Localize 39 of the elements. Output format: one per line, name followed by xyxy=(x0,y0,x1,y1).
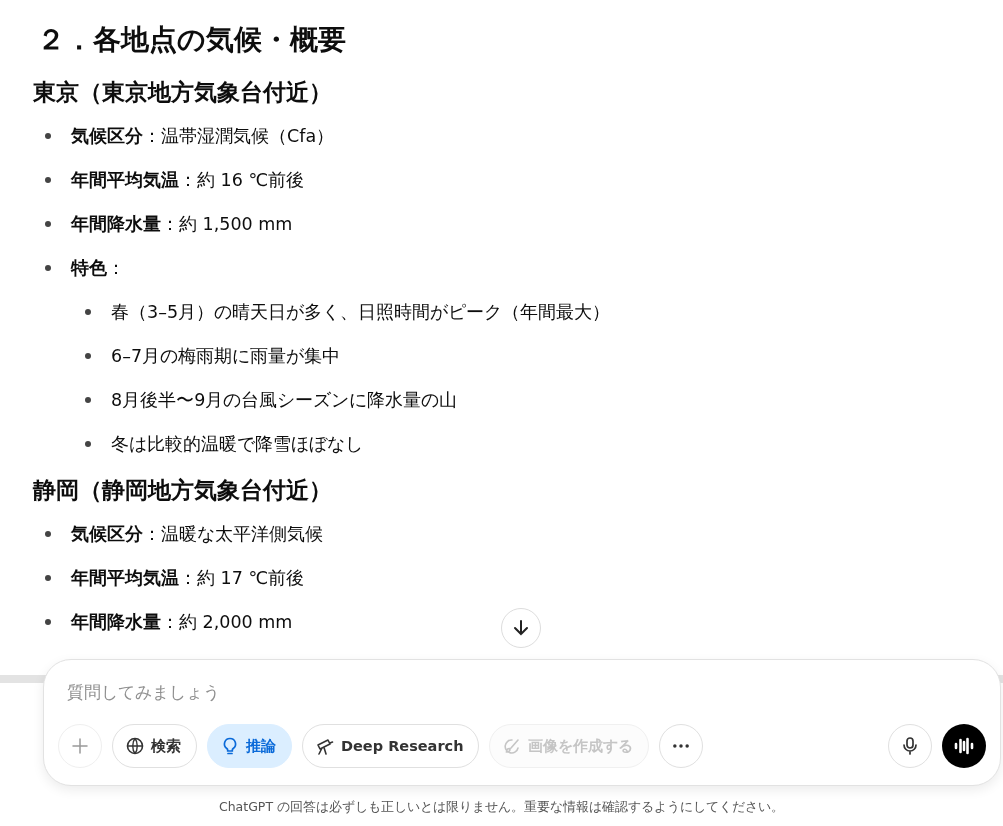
tool-button[interactable]: Deep Research xyxy=(302,724,480,768)
list-item-text: 6–7月の梅雨期に雨量が集中 xyxy=(111,345,341,368)
microphone-icon xyxy=(901,736,919,756)
telescope-icon xyxy=(315,736,335,756)
list-item-text: 年間降水量：約 2,000 mm xyxy=(71,611,293,634)
waveform-icon xyxy=(953,736,975,756)
disclaimer-text: ChatGPT の回答は必ずしも正しいとは限りません。重要な情報は確認するようにしてください。 xyxy=(217,799,785,816)
list-item-text: 冬は比較的温暖で降雪ほぼなし xyxy=(111,433,363,456)
bullet-icon xyxy=(85,353,91,359)
bullet-icon xyxy=(45,619,51,625)
scroll-down-button[interactable] xyxy=(501,608,541,648)
bullet-icon xyxy=(85,441,91,447)
globe-icon xyxy=(125,736,145,756)
list-item-text: 年間降水量：約 1,500 mm xyxy=(71,213,293,236)
section-heading: ２．各地点の気候・概要 xyxy=(37,22,347,58)
subsection-heading: 静岡（静岡地方気象台付近） xyxy=(33,476,333,505)
list-item-text: 気候区分：温暖な太平洋側気候 xyxy=(71,523,323,546)
plus-icon xyxy=(70,736,90,756)
bullet-icon xyxy=(45,177,51,183)
bullet-icon xyxy=(45,221,51,227)
subsection-heading: 東京（東京地方気象台付近） xyxy=(33,78,333,107)
voice-mode-button[interactable] xyxy=(942,724,986,768)
list-item-text: 気候区分：温帯湿潤気候（Cfa） xyxy=(71,125,335,148)
bullet-icon xyxy=(45,133,51,139)
bullet-icon xyxy=(45,575,51,581)
more-icon xyxy=(673,744,690,748)
bullet-icon xyxy=(85,397,91,403)
list-item-text: 年間平均気温：約 16 ℃前後 xyxy=(71,169,305,192)
tool-button[interactable]: 検索 xyxy=(112,724,197,768)
microphone-button[interactable] xyxy=(888,724,932,768)
list-item-text: 特色： xyxy=(71,257,125,280)
bullet-icon xyxy=(45,531,51,537)
list-item-text: 8月後半〜9月の台風シーズンに降水量の山 xyxy=(111,389,458,412)
bullet-icon xyxy=(45,265,51,271)
list-item-text: 年間平均気温：約 17 ℃前後 xyxy=(71,567,305,590)
bullet-icon xyxy=(85,309,91,315)
tool-button[interactable]: 推論 xyxy=(207,724,292,768)
list-item-text: 春（3–5月）の晴天日が多く、日照時間がピーク（年間最大） xyxy=(111,301,611,324)
down-arrow-icon xyxy=(511,618,531,638)
